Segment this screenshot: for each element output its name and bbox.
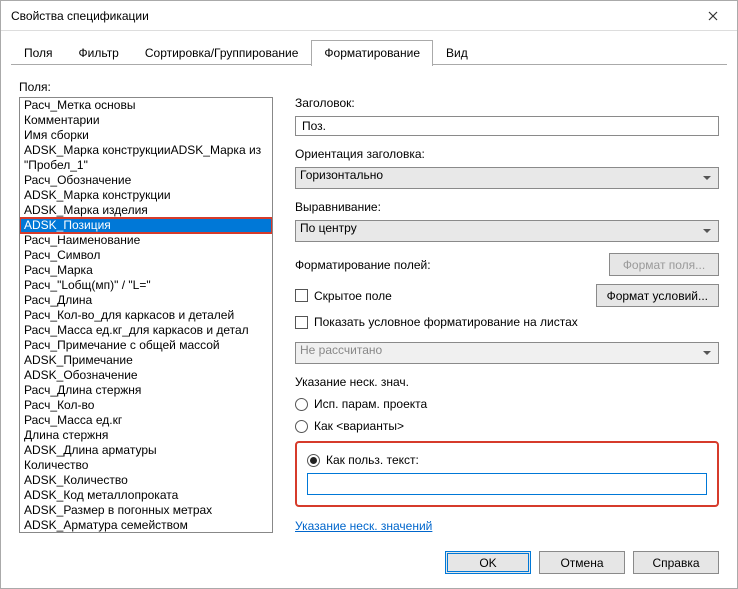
list-item[interactable]: Длина стержня	[20, 428, 272, 443]
list-item[interactable]: Расч_Кол-во	[20, 398, 272, 413]
radio-variants-label: Как <варианты>	[314, 419, 404, 433]
heading-input[interactable]	[295, 116, 719, 136]
radio-project-params-label: Исп. парам. проекта	[314, 397, 427, 411]
list-item[interactable]: ADSK_Марка конструкцииADSK_Марка из	[20, 143, 272, 158]
custom-text-group: Как польз. текст:	[295, 441, 719, 507]
list-item[interactable]: Расч_"Lобщ(мп)" / "L="	[20, 278, 272, 293]
format-field-button: Формат поля...	[609, 253, 719, 276]
list-item[interactable]: Имя сборки	[20, 128, 272, 143]
content-area: Поля: Расч_Метка основыКомментарииИмя сб…	[1, 66, 737, 541]
calculation-select: Не рассчитано	[295, 342, 719, 364]
list-item[interactable]: ADSK_Количество	[20, 473, 272, 488]
alignment-label: Выравнивание:	[295, 200, 719, 214]
close-icon	[708, 11, 718, 21]
format-conditions-button[interactable]: Формат условий...	[596, 284, 719, 307]
tab-formatting[interactable]: Форматирование	[311, 40, 433, 66]
list-item[interactable]: Количество	[20, 458, 272, 473]
dialog-window: Свойства спецификации Поля Фильтр Сортир…	[0, 0, 738, 589]
list-item[interactable]: ADSK_Марка изделия	[20, 203, 272, 218]
list-item[interactable]: ADSK_Примечание	[20, 353, 272, 368]
orientation-label: Ориентация заголовка:	[295, 147, 719, 161]
list-item[interactable]: Расч_Примечание с общей массой	[20, 338, 272, 353]
radio-custom-text-label: Как польз. текст:	[326, 453, 419, 467]
multi-value-link[interactable]: Указание неск. значений	[295, 519, 719, 533]
list-item[interactable]: ADSK_Позиция	[20, 218, 272, 233]
tab-sorting[interactable]: Сортировка/Группирование	[132, 40, 312, 66]
list-item[interactable]: Расч_Масса ед.кг_для каркасов и детал	[20, 323, 272, 338]
radio-custom-text[interactable]	[307, 454, 320, 467]
list-item[interactable]: ADSK_Арматура семейством	[20, 518, 272, 533]
titlebar: Свойства спецификации	[1, 1, 737, 31]
list-item[interactable]: ADSK_Размер в погонных метрах	[20, 503, 272, 518]
list-item[interactable]: Расч_Масса ед.кг	[20, 413, 272, 428]
tab-strip: Поля Фильтр Сортировка/Группирование Фор…	[1, 31, 737, 65]
list-item[interactable]: Расч_Длина	[20, 293, 272, 308]
heading-label: Заголовок:	[295, 96, 719, 110]
tab-filter[interactable]: Фильтр	[66, 40, 132, 66]
formatting-panel: Заголовок: Ориентация заголовка: Горизон…	[295, 80, 719, 533]
list-item[interactable]: Расч_Кол-во_для каркасов и деталей	[20, 308, 272, 323]
list-item[interactable]: ADSK_Обозначение	[20, 368, 272, 383]
hidden-field-checkbox[interactable]	[295, 289, 308, 302]
multi-value-label: Указание неск. знач.	[295, 375, 719, 389]
custom-text-input[interactable]	[307, 473, 707, 495]
fields-panel: Поля: Расч_Метка основыКомментарииИмя сб…	[19, 80, 273, 533]
list-item[interactable]: ADSK_Код металлопроката	[20, 488, 272, 503]
orientation-select[interactable]: Горизонтально	[295, 167, 719, 189]
list-item[interactable]: Комментарии	[20, 113, 272, 128]
cancel-button[interactable]: Отмена	[539, 551, 625, 574]
list-item[interactable]: Расч_Метка основы	[20, 98, 272, 113]
list-item[interactable]: ADSK_Длина арматуры	[20, 443, 272, 458]
help-button[interactable]: Справка	[633, 551, 719, 574]
list-item[interactable]: Расч_Символ	[20, 248, 272, 263]
fields-listbox[interactable]: Расч_Метка основыКомментарииИмя сборкиAD…	[19, 97, 273, 533]
field-formatting-label: Форматирование полей:	[295, 258, 431, 272]
show-conditional-checkbox[interactable]	[295, 316, 308, 329]
tab-view[interactable]: Вид	[433, 40, 481, 66]
list-item[interactable]: Расч_Длина стержня	[20, 383, 272, 398]
radio-project-params[interactable]	[295, 398, 308, 411]
alignment-select[interactable]: По центру	[295, 220, 719, 242]
hidden-field-label: Скрытое поле	[314, 289, 392, 303]
show-conditional-label: Показать условное форматирование на лист…	[314, 315, 578, 329]
list-item[interactable]: ADSK_Марка конструкции	[20, 188, 272, 203]
window-title: Свойства спецификации	[11, 9, 693, 23]
dialog-footer: OK Отмена Справка	[1, 541, 737, 588]
ok-button[interactable]: OK	[445, 551, 531, 574]
tab-fields[interactable]: Поля	[11, 40, 66, 66]
close-button[interactable]	[693, 2, 733, 30]
fields-label: Поля:	[19, 80, 273, 94]
list-item[interactable]: Расч_Наименование	[20, 233, 272, 248]
list-item[interactable]: Расч_Обозначение	[20, 173, 272, 188]
list-item[interactable]: Расч_Марка	[20, 263, 272, 278]
radio-variants[interactable]	[295, 420, 308, 433]
list-item[interactable]: "Пробел_1"	[20, 158, 272, 173]
